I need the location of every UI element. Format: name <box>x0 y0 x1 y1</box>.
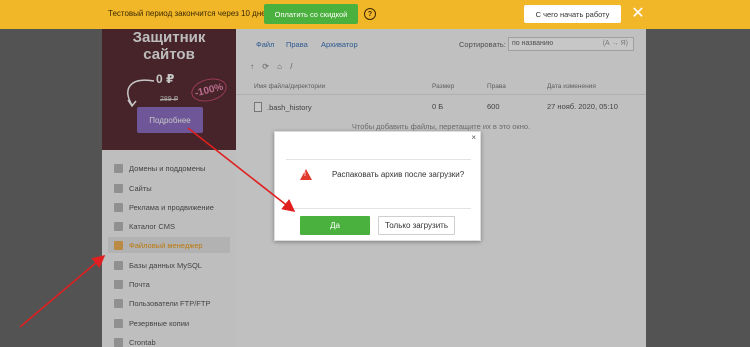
warning-icon <box>300 169 312 180</box>
dialog-divider <box>286 208 471 209</box>
trial-text: Тестовый период закончится через 10 дней <box>108 9 271 18</box>
close-icon[interactable]: ✕ <box>630 5 646 23</box>
unpack-dialog: × ! Распаковать архив после загрузки? Да… <box>274 131 481 241</box>
dialog-close-icon[interactable]: × <box>471 133 476 142</box>
pay-discount-button[interactable]: Оплатить со скидкой <box>264 4 358 24</box>
upload-only-button[interactable]: Только загрузить <box>378 216 455 235</box>
help-icon[interactable]: ? <box>364 8 376 20</box>
dialog-divider <box>286 159 471 160</box>
warning-mark: ! <box>304 172 306 178</box>
getting-started-button[interactable]: С чего начать работу <box>524 5 621 23</box>
yes-button[interactable]: Да <box>300 216 370 235</box>
dialog-message: Распаковать архив после загрузки? <box>332 170 465 179</box>
trial-banner: Тестовый период закончится через 10 дней… <box>0 0 750 29</box>
